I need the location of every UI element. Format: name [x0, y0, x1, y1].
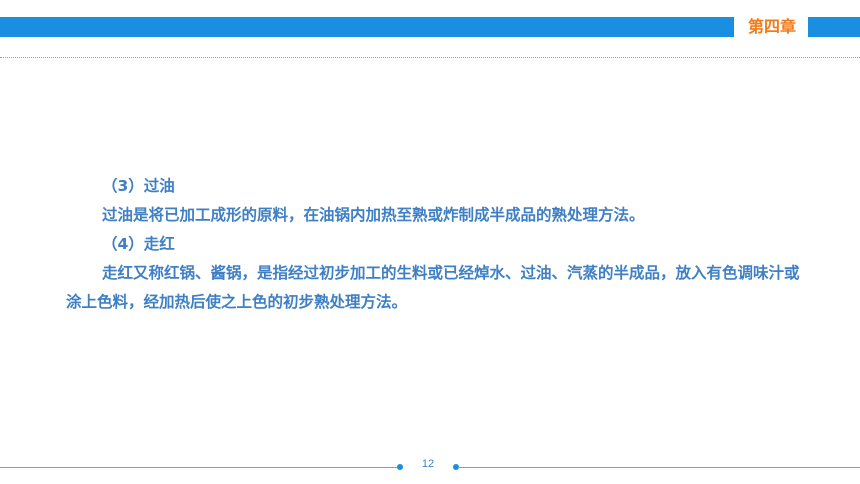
chapter-label: 第四章 [747, 17, 796, 36]
header-bar-left [0, 17, 734, 37]
subheading-zouhong: （4）走红 [102, 235, 175, 253]
paragraph-zouhong: 走红又称红锅、酱锅，是指经过初步加工的生料或已经焯水、过油、汽蒸的半成品，放入有… [66, 264, 800, 311]
footer-line-left [0, 467, 398, 468]
footer-line-right [458, 467, 860, 468]
subheading-guoyou: （3）过油 [102, 177, 175, 195]
header-bar-right [808, 17, 860, 37]
paragraph-guoyou: 过油是将已加工成形的原料，在油锅内加热至熟或炸制成半成品的熟处理方法。 [102, 206, 645, 224]
slide-body: （3）过油 过油是将已加工成形的原料，在油锅内加热至熟或炸制成半成品的熟处理方法… [66, 172, 800, 317]
page-number: 12 [421, 458, 435, 470]
header-divider [0, 57, 860, 58]
slide: 第四章 （3）过油 过油是将已加工成形的原料，在油锅内加热至熟或炸制成半成品的熟… [0, 0, 860, 484]
footer-dot-left [397, 464, 403, 470]
